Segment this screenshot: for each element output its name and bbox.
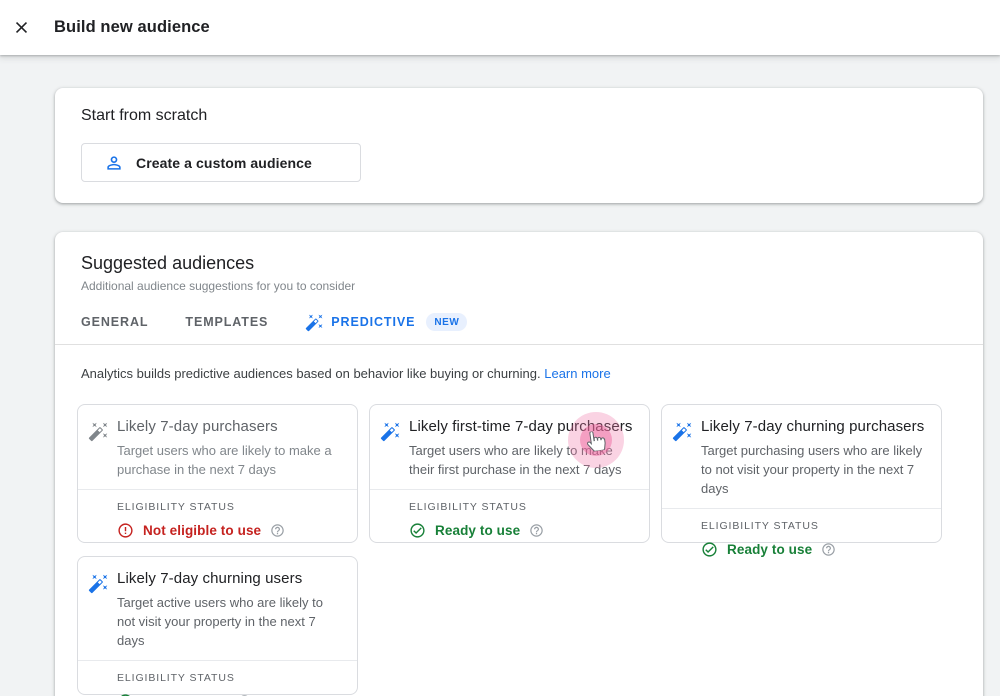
predictive-description: Analytics builds predictive audiences ba… — [55, 345, 983, 396]
tab-general[interactable]: GENERAL — [81, 315, 148, 329]
magic-wand-icon — [380, 421, 404, 445]
status-row: Ready to use — [701, 541, 927, 558]
status-row: Not eligible to use — [117, 522, 343, 539]
audience-description: Target purchasing users who are likely t… — [701, 441, 927, 498]
audience-title: Likely first-time 7-day purchasers — [409, 418, 635, 435]
help-icon[interactable] — [821, 542, 836, 557]
magic-wand-icon — [672, 421, 696, 445]
status-badge: Ready to use — [727, 542, 812, 557]
dialog-body: Start from scratch Create a custom audie… — [0, 55, 1000, 696]
status-badge: Not eligible to use — [143, 523, 261, 538]
audience-card-top: Likely 7-day purchasers Target users who… — [78, 405, 357, 489]
page-title: Build new audience — [54, 18, 210, 37]
audience-grid: Likely 7-day purchasers Target users who… — [55, 396, 983, 696]
audience-card-top: Likely 7-day churning users Target activ… — [78, 557, 357, 660]
eligibility-section: ELIGIBILITY STATUS Ready to use — [662, 509, 941, 571]
eligibility-section: ELIGIBILITY STATUS Ready to use — [370, 490, 649, 552]
magic-wand-icon — [88, 573, 112, 597]
tab-predictive[interactable]: PREDICTIVE — [305, 313, 415, 332]
create-custom-audience-button[interactable]: Create a custom audience — [81, 143, 361, 182]
predictive-description-text: Analytics builds predictive audiences ba… — [81, 366, 541, 381]
tab-templates[interactable]: TEMPLATES — [185, 315, 268, 329]
audience-title: Likely 7-day churning purchasers — [701, 418, 927, 435]
audience-card-text: Likely 7-day churning users Target activ… — [117, 570, 343, 650]
audience-card-likely-7-day-purchasers[interactable]: Likely 7-day purchasers Target users who… — [77, 404, 358, 543]
eligibility-label: ELIGIBILITY STATUS — [701, 520, 927, 532]
status-badge: Ready to use — [435, 523, 520, 538]
dialog-header: Build new audience — [0, 0, 1000, 55]
audience-card-top: Likely 7-day churning purchasers Target … — [662, 405, 941, 508]
magic-wand-icon — [88, 421, 112, 445]
tab-templates-label: TEMPLATES — [185, 315, 268, 329]
tab-bar: GENERAL TEMPLATES PREDICTIVE NEW — [55, 309, 983, 335]
eligibility-label: ELIGIBILITY STATUS — [117, 672, 343, 684]
audience-card-likely-first-time-7-day-purchasers[interactable]: Likely first-time 7-day purchasers Targe… — [369, 404, 650, 543]
audience-description: Target users who are likely to make thei… — [409, 441, 635, 479]
tab-predictive-label: PREDICTIVE — [331, 315, 415, 329]
start-from-scratch-card: Start from scratch Create a custom audie… — [55, 88, 983, 203]
audience-card-likely-7-day-churning-purchasers[interactable]: Likely 7-day churning purchasers Target … — [661, 404, 942, 543]
audience-card-text: Likely first-time 7-day purchasers Targe… — [409, 418, 635, 479]
person-icon — [104, 153, 124, 173]
eligibility-label: ELIGIBILITY STATUS — [117, 501, 343, 513]
help-icon[interactable] — [529, 523, 544, 538]
eligibility-section: ELIGIBILITY STATUS Ready to use — [78, 661, 357, 696]
audience-card-likely-7-day-churning-users[interactable]: Likely 7-day churning users Target activ… — [77, 556, 358, 695]
audience-description: Target active users who are likely to no… — [117, 593, 343, 650]
magic-wand-icon — [305, 313, 324, 332]
error-icon — [117, 522, 134, 539]
suggested-subtitle: Additional audience suggestions for you … — [81, 279, 957, 293]
audience-description: Target users who are likely to make a pu… — [117, 441, 343, 479]
new-badge: NEW — [426, 313, 467, 331]
audience-card-top: Likely first-time 7-day purchasers Targe… — [370, 405, 649, 489]
learn-more-link[interactable]: Learn more — [544, 366, 610, 381]
check-circle-icon — [701, 541, 718, 558]
help-icon[interactable] — [270, 523, 285, 538]
eligibility-section: ELIGIBILITY STATUS Not eligible to use — [78, 490, 357, 552]
audience-title: Likely 7-day churning users — [117, 570, 343, 587]
create-custom-audience-label: Create a custom audience — [136, 155, 312, 171]
eligibility-label: ELIGIBILITY STATUS — [409, 501, 635, 513]
close-icon — [12, 18, 31, 37]
scratch-title: Start from scratch — [81, 107, 957, 125]
suggested-title: Suggested audiences — [81, 253, 957, 274]
suggested-audiences-card: Suggested audiences Additional audience … — [55, 232, 983, 696]
audience-title: Likely 7-day purchasers — [117, 418, 343, 435]
status-row: Ready to use — [409, 522, 635, 539]
tab-general-label: GENERAL — [81, 315, 148, 329]
close-button[interactable] — [3, 10, 39, 46]
check-circle-icon — [409, 522, 426, 539]
audience-card-text: Likely 7-day purchasers Target users who… — [117, 418, 343, 479]
suggested-header: Suggested audiences Additional audience … — [55, 253, 983, 293]
audience-card-text: Likely 7-day churning purchasers Target … — [701, 418, 927, 498]
